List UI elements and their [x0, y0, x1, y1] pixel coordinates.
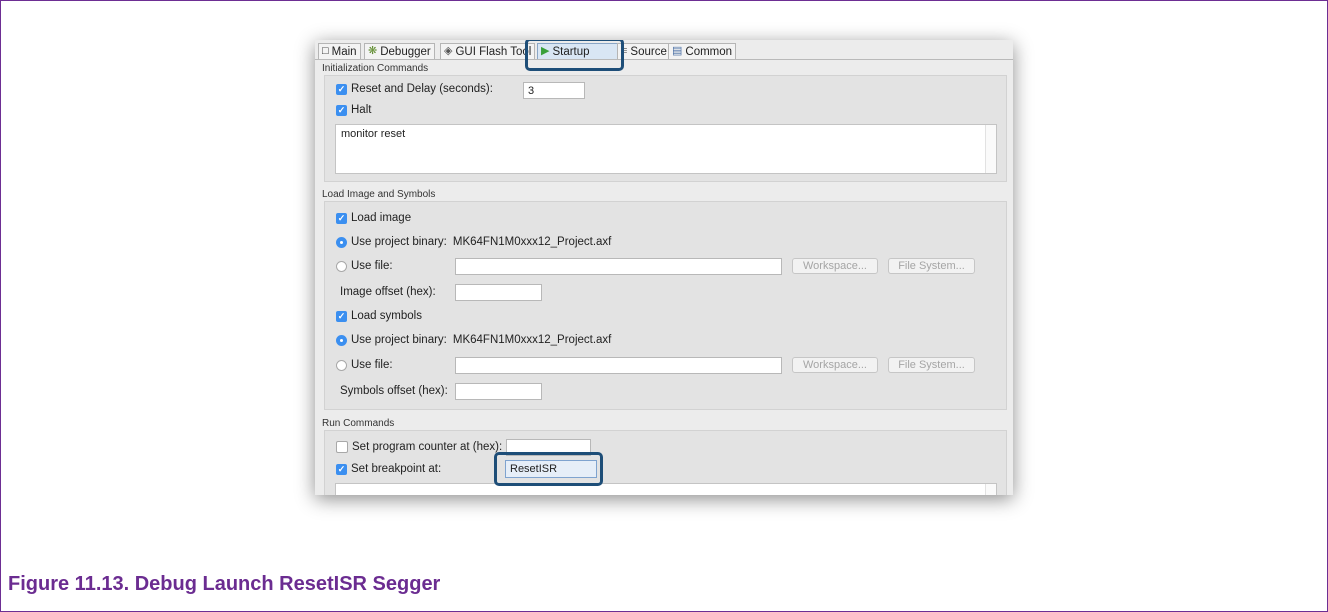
breakpoint-highlight [494, 452, 603, 486]
reset-delay-row: ✓ Reset and Delay (seconds): [336, 83, 493, 95]
halt-label: Halt [351, 104, 372, 116]
image-offset-row: Image offset (hex): [340, 286, 436, 298]
image-offset-label: Image offset (hex): [340, 286, 436, 298]
image-use-project-binary-label: Use project binary: [351, 236, 447, 248]
run-commands-scrollbar[interactable] [985, 484, 996, 495]
image-file-input[interactable] [455, 258, 782, 275]
tab-common[interactable]: ▤ Common [668, 43, 737, 59]
set-breakpoint-row: ✓ Set breakpoint at: [336, 463, 441, 475]
symbols-offset-input[interactable] [455, 383, 542, 400]
load-symbols-label: Load symbols [351, 310, 422, 322]
tab-main-label: Main [331, 45, 357, 58]
init-commands-scrollbar[interactable] [985, 125, 996, 173]
symbols-use-file-row: Use file: [336, 359, 393, 371]
image-project-binary-value: MK64FN1M0xxx12_Project.axf [452, 236, 612, 248]
symbols-use-file-label: Use file: [351, 359, 393, 371]
figure-caption: Figure 11.13. Debug Launch ResetISR Segg… [8, 573, 441, 595]
load-image-checkbox[interactable]: ✓ [336, 212, 347, 224]
flash-tool-icon: ◈ [444, 45, 453, 57]
symbols-use-file-radio[interactable] [336, 359, 347, 371]
symbols-offset-row: Symbols offset (hex): [340, 385, 448, 397]
tab-gui-flash-tool[interactable]: ◈ GUI Flash Tool [440, 43, 536, 59]
tab-debugger-label: Debugger [380, 45, 431, 58]
load-image-label: Load image [351, 212, 412, 224]
run-commands-textarea[interactable] [335, 483, 997, 495]
image-file-system-button[interactable]: File System... [888, 258, 975, 274]
tab-gui-flash-tool-label: GUI Flash Tool [455, 45, 532, 58]
tab-source[interactable]: ≡ Source [617, 43, 671, 59]
debugger-icon: ❋ [368, 45, 378, 57]
set-breakpoint-label: Set breakpoint at: [351, 463, 442, 475]
init-section-label: Initialization Commands [322, 63, 429, 74]
reset-delay-label: Reset and Delay (seconds): [351, 83, 493, 95]
init-commands-text: monitor reset [341, 128, 406, 140]
image-use-file-radio[interactable] [336, 260, 347, 272]
symbols-use-project-binary-label: Use project binary: [351, 334, 447, 346]
image-use-file-label: Use file: [351, 260, 393, 272]
tab-source-label: Source [630, 45, 667, 58]
symbols-file-input[interactable] [455, 357, 782, 374]
set-breakpoint-checkbox[interactable]: ✓ [336, 463, 347, 475]
symbols-use-project-binary-radio[interactable] [336, 334, 347, 346]
tab-main[interactable]: □ Main [318, 43, 361, 59]
run-group: Set program counter at (hex): ✓ Set brea… [324, 430, 1007, 495]
symbols-workspace-button[interactable]: Workspace... [792, 357, 878, 373]
startup-tab-highlight [525, 40, 624, 71]
load-image-row: ✓ Load image [336, 212, 411, 224]
halt-row: ✓ Halt [336, 104, 371, 116]
set-pc-label: Set program counter at (hex): [352, 441, 503, 453]
halt-checkbox[interactable]: ✓ [336, 104, 347, 116]
reset-delay-input[interactable]: 3 [523, 82, 585, 99]
symbols-project-binary-value: MK64FN1M0xxx12_Project.axf [452, 334, 612, 346]
image-project-binary-row: Use project binary: MK64FN1M0xxx12_Proje… [336, 236, 611, 248]
reset-delay-checkbox[interactable]: ✓ [336, 83, 347, 95]
image-use-file-row: Use file: [336, 260, 393, 272]
symbols-offset-label: Symbols offset (hex): [340, 385, 448, 397]
run-section-label: Run Commands [322, 418, 395, 429]
set-pc-checkbox[interactable] [336, 441, 348, 453]
launch-config-dialog: □ Main ❋ Debugger ◈ GUI Flash Tool ▶ Sta… [315, 40, 1013, 495]
set-pc-row: Set program counter at (hex): [336, 441, 502, 453]
tab-common-label: Common [685, 45, 733, 58]
tab-bar: □ Main ❋ Debugger ◈ GUI Flash Tool ▶ Sta… [315, 40, 1013, 60]
page-icon: □ [322, 45, 329, 57]
load-symbols-checkbox[interactable]: ✓ [336, 310, 347, 322]
init-group: ✓ Reset and Delay (seconds): 3 ✓ Halt mo… [324, 75, 1007, 182]
load-section-label: Load Image and Symbols [322, 189, 436, 200]
image-use-project-binary-radio[interactable] [336, 236, 347, 248]
load-symbols-row: ✓ Load symbols [336, 310, 422, 322]
load-group: ✓ Load image Use project binary: MK64FN1… [324, 201, 1007, 410]
symbols-project-binary-row: Use project binary: MK64FN1M0xxx12_Proje… [336, 334, 611, 346]
common-icon: ▤ [672, 45, 683, 57]
tab-debugger[interactable]: ❋ Debugger [364, 43, 435, 59]
image-workspace-button[interactable]: Workspace... [792, 258, 878, 274]
symbols-file-system-button[interactable]: File System... [888, 357, 975, 373]
init-commands-textarea[interactable]: monitor reset [335, 124, 997, 174]
image-offset-input[interactable] [455, 284, 542, 301]
